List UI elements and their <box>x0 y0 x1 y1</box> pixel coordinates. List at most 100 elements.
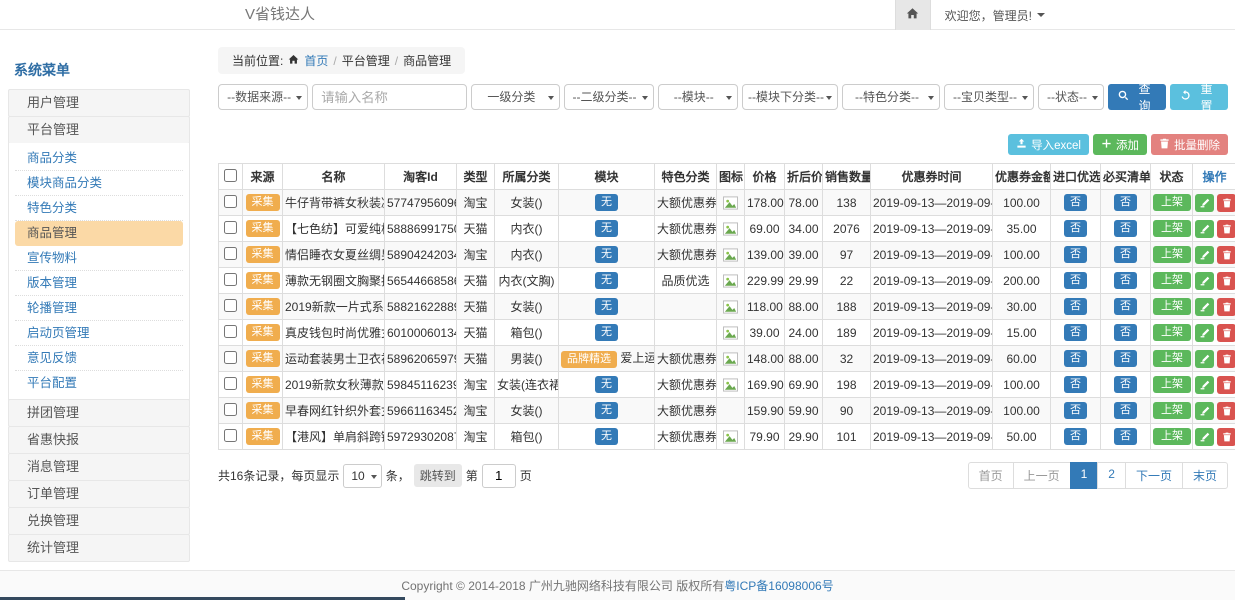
delete-button[interactable] <box>1217 324 1235 342</box>
page-number-input[interactable] <box>482 464 516 488</box>
status-badge[interactable]: 上架 <box>1153 324 1191 340</box>
row-checkbox[interactable] <box>224 299 237 312</box>
must-buy-badge[interactable]: 否 <box>1114 324 1137 340</box>
import-select-badge[interactable]: 否 <box>1064 324 1087 340</box>
edit-button[interactable] <box>1195 272 1214 290</box>
sidebar-item-module-product-category[interactable]: 模块商品分类 <box>15 171 183 196</box>
breadcrumb-home-link[interactable]: 首页 <box>304 52 328 69</box>
import-select-badge[interactable]: 否 <box>1064 350 1087 366</box>
sidebar-item-feature-category[interactable]: 特色分类 <box>15 196 183 221</box>
user-menu[interactable]: 欢迎您，管理员! <box>931 0 1235 30</box>
add-button[interactable]: 添加 <box>1093 134 1147 155</box>
import-select-badge[interactable]: 否 <box>1064 272 1087 288</box>
row-checkbox[interactable] <box>224 247 237 260</box>
module-select[interactable]: --模块-- <box>658 84 739 110</box>
row-checkbox[interactable] <box>224 273 237 286</box>
edit-button[interactable] <box>1195 350 1214 368</box>
sidebar-item-savings-express[interactable]: 省惠快报 <box>8 426 190 454</box>
must-buy-badge[interactable]: 否 <box>1114 246 1137 262</box>
status-select[interactable]: --状态-- <box>1038 84 1104 110</box>
sidebar-item-platform-config[interactable]: 平台配置 <box>15 371 183 396</box>
sidebar-item-product-category[interactable]: 商品分类 <box>15 146 183 171</box>
sidebar-item-exchange-management[interactable]: 兑换管理 <box>8 507 190 535</box>
delete-button[interactable] <box>1217 402 1235 420</box>
sidebar-item-carousel-management[interactable]: 轮播管理 <box>15 296 183 321</box>
edit-button[interactable] <box>1195 324 1214 342</box>
status-badge[interactable]: 上架 <box>1153 220 1191 236</box>
import-select-badge[interactable]: 否 <box>1064 402 1087 418</box>
row-checkbox[interactable] <box>224 325 237 338</box>
must-buy-badge[interactable]: 否 <box>1114 376 1137 392</box>
sidebar-item-stats-management[interactable]: 统计管理 <box>8 534 190 562</box>
first-page-button[interactable]: 首页 <box>968 462 1014 489</box>
home-button[interactable] <box>895 0 931 30</box>
sidebar-item-feedback[interactable]: 意见反馈 <box>15 346 183 371</box>
name-search-input[interactable] <box>312 84 467 110</box>
sidebar-item-message-management[interactable]: 消息管理 <box>8 453 190 481</box>
jump-button[interactable]: 跳转到 <box>414 464 462 487</box>
category1-select[interactable]: 一级分类 <box>471 84 559 110</box>
status-badge[interactable]: 上架 <box>1153 246 1191 262</box>
must-buy-badge[interactable]: 否 <box>1114 194 1137 210</box>
import-excel-button[interactable]: 导入excel <box>1008 134 1089 155</box>
edit-button[interactable] <box>1195 376 1214 394</box>
row-checkbox[interactable] <box>224 377 237 390</box>
delete-button[interactable] <box>1217 194 1235 212</box>
must-buy-badge[interactable]: 否 <box>1114 350 1137 366</box>
icp-link[interactable]: 粤ICP备16098006号 <box>724 577 833 594</box>
sidebar-item-group-buy[interactable]: 拼团管理 <box>8 399 190 427</box>
delete-button[interactable] <box>1217 246 1235 264</box>
sidebar-item-product-management[interactable]: 商品管理 <box>15 221 183 246</box>
edit-button[interactable] <box>1195 428 1214 446</box>
delete-button[interactable] <box>1217 220 1235 238</box>
edit-button[interactable] <box>1195 246 1214 264</box>
row-checkbox[interactable] <box>224 351 237 364</box>
module-sub-select[interactable]: --模块下分类-- <box>742 84 838 110</box>
item-type-select[interactable]: --宝贝类型-- <box>944 84 1034 110</box>
status-badge[interactable]: 上架 <box>1153 376 1191 392</box>
sidebar-item-order-management[interactable]: 订单管理 <box>8 480 190 508</box>
delete-button[interactable] <box>1217 298 1235 316</box>
search-button[interactable]: 查询 <box>1108 84 1166 110</box>
edit-button[interactable] <box>1195 220 1214 238</box>
prev-page-button[interactable]: 上一页 <box>1013 462 1071 489</box>
category2-select[interactable]: --二级分类-- <box>564 84 654 110</box>
row-checkbox[interactable] <box>224 429 237 442</box>
sidebar-item-version-management[interactable]: 版本管理 <box>15 271 183 296</box>
import-select-badge[interactable]: 否 <box>1064 246 1087 262</box>
data-source-select[interactable]: --数据来源-- <box>218 84 308 110</box>
sidebar-item-platform-management[interactable]: 平台管理 <box>8 116 190 144</box>
status-badge[interactable]: 上架 <box>1153 298 1191 314</box>
import-select-badge[interactable]: 否 <box>1064 220 1087 236</box>
status-badge[interactable]: 上架 <box>1153 194 1191 210</box>
must-buy-badge[interactable]: 否 <box>1114 428 1137 444</box>
reset-button[interactable]: 重置 <box>1170 84 1228 110</box>
must-buy-badge[interactable]: 否 <box>1114 272 1137 288</box>
row-checkbox[interactable] <box>224 221 237 234</box>
status-badge[interactable]: 上架 <box>1153 428 1191 444</box>
next-page-button[interactable]: 下一页 <box>1125 462 1183 489</box>
must-buy-badge[interactable]: 否 <box>1114 220 1137 236</box>
row-checkbox[interactable] <box>224 403 237 416</box>
feature-category-select[interactable]: --特色分类-- <box>842 84 940 110</box>
delete-button[interactable] <box>1217 376 1235 394</box>
delete-button[interactable] <box>1217 428 1235 446</box>
edit-button[interactable] <box>1195 402 1214 420</box>
import-select-badge[interactable]: 否 <box>1064 194 1087 210</box>
edit-button[interactable] <box>1195 298 1214 316</box>
sidebar-item-promo-material[interactable]: 宣传物料 <box>15 246 183 271</box>
last-page-button[interactable]: 末页 <box>1182 462 1228 489</box>
status-badge[interactable]: 上架 <box>1153 350 1191 366</box>
select-all-checkbox[interactable] <box>224 169 237 182</box>
edit-button[interactable] <box>1195 194 1214 212</box>
sidebar-item-splash-management[interactable]: 启动页管理 <box>15 321 183 346</box>
import-select-badge[interactable]: 否 <box>1064 298 1087 314</box>
batch-delete-button[interactable]: 批量删除 <box>1151 134 1228 155</box>
per-page-select[interactable]: 10 <box>343 464 381 488</box>
page-1-button[interactable]: 1 <box>1070 462 1099 489</box>
delete-button[interactable] <box>1217 350 1235 368</box>
import-select-badge[interactable]: 否 <box>1064 376 1087 392</box>
status-badge[interactable]: 上架 <box>1153 272 1191 288</box>
import-select-badge[interactable]: 否 <box>1064 428 1087 444</box>
delete-button[interactable] <box>1217 272 1235 290</box>
